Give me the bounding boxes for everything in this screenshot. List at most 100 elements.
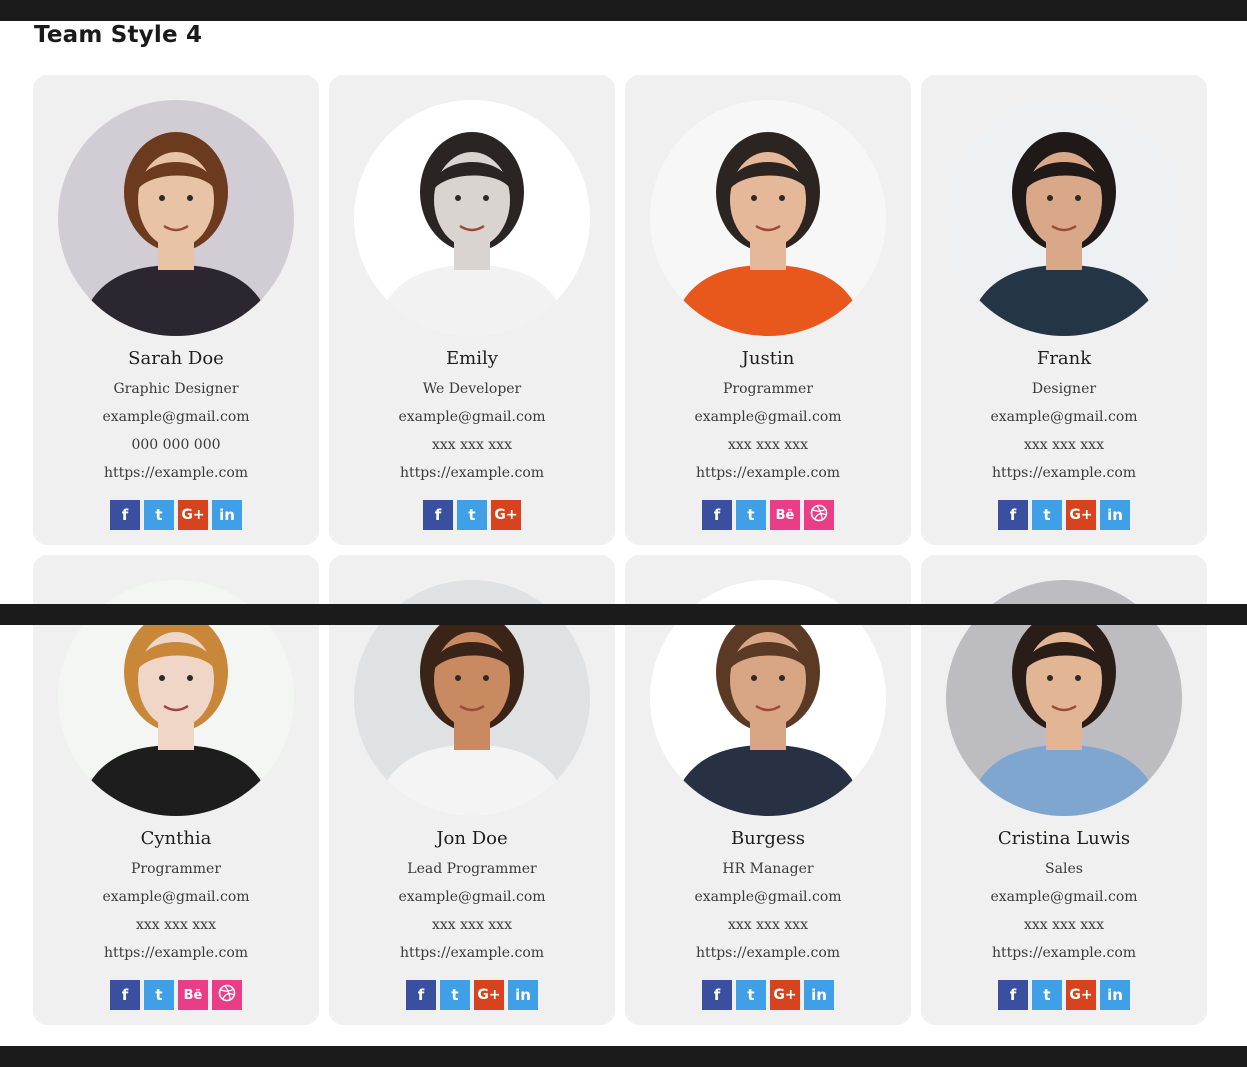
twitter-button[interactable]: t [144,500,174,530]
twitter-icon: t [1043,986,1051,1004]
googleplus-icon: G+ [1069,507,1093,523]
member-name: Frank [1036,348,1092,369]
facebook-button[interactable]: f [998,500,1028,530]
member-role: Programmer [722,381,814,397]
member-phone: xxx xxx xxx [728,917,808,933]
twitter-button[interactable]: t [440,980,470,1010]
facebook-icon: f [713,506,721,524]
member-name: Cristina Luwis [997,828,1131,849]
social-links: f t Bē [625,500,911,530]
googleplus-button[interactable]: G+ [770,980,800,1010]
member-url: https://example.com [991,465,1137,481]
dribbble-button[interactable] [212,980,242,1010]
bottom-bar [0,1046,1247,1067]
member-photo [650,100,886,336]
member-name: Burgess [730,828,806,849]
twitter-button[interactable]: t [736,500,766,530]
member-info: Frank Designer example@gmail.com xxx xxx xx… [921,347,1207,487]
googleplus-button[interactable]: G+ [474,980,504,1010]
behance-button[interactable]: Bē [770,500,800,530]
twitter-icon: t [1043,506,1051,524]
dribbble-button[interactable] [804,500,834,530]
googleplus-icon: G+ [1069,987,1093,1003]
member-email: example@gmail.com [398,889,546,905]
googleplus-button[interactable]: G+ [491,500,521,530]
team-card: Jon Doe Lead Programmer example@gmail.com x… [329,555,615,1025]
linkedin-button[interactable]: in [1100,500,1130,530]
member-email: example@gmail.com [694,409,842,425]
member-info: Sarah Doe Graphic Designer example@gmail.c… [33,347,319,487]
social-links: f t G+ in [921,500,1207,530]
team-card: Cynthia Programmer example@gmail.com xxx xx… [33,555,319,1025]
team-grid: Sarah Doe Graphic Designer example@gmail.c… [33,75,1207,1025]
facebook-button[interactable]: f [110,500,140,530]
googleplus-icon: G+ [181,507,205,523]
member-url: https://example.com [399,945,545,961]
member-name: Jon Doe [436,828,508,849]
twitter-button[interactable]: t [1032,500,1062,530]
linkedin-icon: in [515,986,531,1004]
twitter-icon: t [747,506,755,524]
member-email: example@gmail.com [990,889,1138,905]
social-links: f t G+ in [329,980,615,1010]
team-card: Justin Programmer example@gmail.com xxx xxx… [625,75,911,545]
twitter-icon: t [747,986,755,1004]
twitter-button[interactable]: t [144,980,174,1010]
team-card: Emily We Developer example@gmail.com xxx xx… [329,75,615,545]
member-info: Cristina Luwis Sales example@gmail.com xxx … [921,827,1207,967]
member-photo [946,100,1182,336]
facebook-icon: f [1009,506,1017,524]
member-email: example@gmail.com [398,409,546,425]
team-card: Burgess HR Manager example@gmail.com xxx xx… [625,555,911,1025]
facebook-icon: f [417,986,425,1004]
member-email: example@gmail.com [102,409,250,425]
social-links: f t G+ in [33,500,319,530]
page-title: Team Style 4 [34,22,203,48]
member-phone: 000 000 000 [131,437,221,453]
member-phone: xxx xxx xxx [432,917,512,933]
social-links: f t Bē [33,980,319,1010]
twitter-button[interactable]: t [736,980,766,1010]
member-phone: xxx xxx xxx [432,437,512,453]
behance-button[interactable]: Bē [178,980,208,1010]
member-name: Justin [741,348,795,369]
linkedin-button[interactable]: in [804,980,834,1010]
member-photo [354,100,590,336]
member-role: Lead Programmer [407,861,537,877]
facebook-button[interactable]: f [423,500,453,530]
twitter-button[interactable]: t [457,500,487,530]
member-role: Graphic Designer [113,381,239,397]
member-url: https://example.com [991,945,1137,961]
linkedin-button[interactable]: in [212,500,242,530]
member-role: We Developer [422,381,522,397]
member-name: Cynthia [140,828,212,849]
facebook-button[interactable]: f [702,500,732,530]
linkedin-button[interactable]: in [508,980,538,1010]
facebook-button[interactable]: f [998,980,1028,1010]
facebook-button[interactable]: f [702,980,732,1010]
facebook-button[interactable]: f [406,980,436,1010]
overlay-bar [0,604,1247,625]
member-url: https://example.com [399,465,545,481]
behance-icon: Bē [183,987,203,1003]
linkedin-icon: in [1107,986,1123,1004]
team-card: Frank Designer example@gmail.com xxx xxx xx… [921,75,1207,545]
member-info: Emily We Developer example@gmail.com xxx xx… [329,347,615,487]
member-name: Emily [446,348,498,369]
member-role: Sales [1045,861,1083,877]
googleplus-button[interactable]: G+ [1066,980,1096,1010]
member-info: Jon Doe Lead Programmer example@gmail.com x… [329,827,615,967]
member-email: example@gmail.com [990,409,1138,425]
googleplus-button[interactable]: G+ [1066,500,1096,530]
dribbble-icon [218,984,236,1006]
linkedin-button[interactable]: in [1100,980,1130,1010]
facebook-button[interactable]: f [110,980,140,1010]
social-links: f t G+ in [625,980,911,1010]
member-url: https://example.com [103,465,249,481]
googleplus-button[interactable]: G+ [178,500,208,530]
member-role: Programmer [130,861,222,877]
twitter-icon: t [451,986,459,1004]
twitter-button[interactable]: t [1032,980,1062,1010]
linkedin-icon: in [811,986,827,1004]
facebook-icon: f [121,506,129,524]
